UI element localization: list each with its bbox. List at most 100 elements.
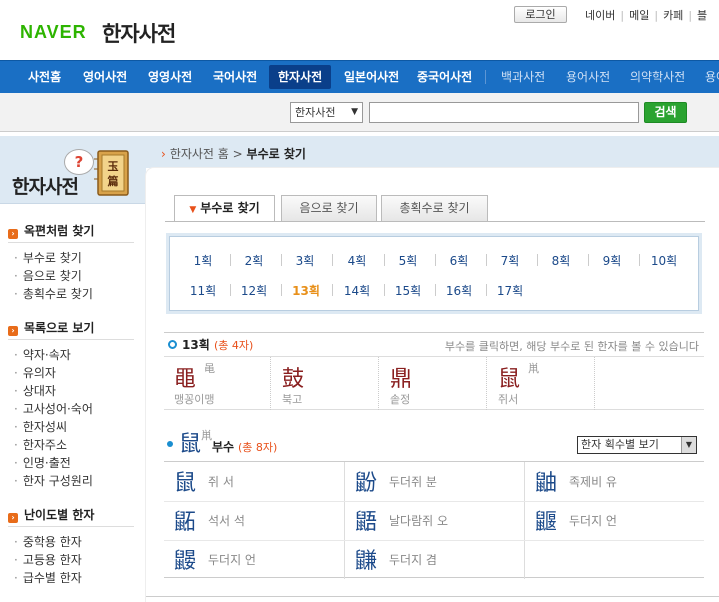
sidebar: ? 玉 篇 한자사전 › 옥편처럼 찾기 부수로 찾기 음으로 찾기 총획수로 찾… xyxy=(0,136,146,602)
top-link-cafe[interactable]: 카페 xyxy=(663,9,683,22)
nav-item-more[interactable]: 용어 xyxy=(705,61,719,93)
dictionary-title[interactable]: 한자사전 xyxy=(102,18,176,48)
search-button[interactable]: 검색 xyxy=(644,102,687,123)
nav-item-medical[interactable]: 의약학사전 xyxy=(630,61,685,93)
nav-item-hanja[interactable]: 한자사전 xyxy=(269,65,332,89)
book-icon: 玉 篇 xyxy=(94,150,129,196)
radical-reading: 맹꽁이맹 xyxy=(174,393,215,406)
breadcrumb-home[interactable]: 한자사전 홈 xyxy=(170,147,229,161)
radical-section-title: 13획 (총 4자) xyxy=(168,336,253,353)
sidebar-item-synonym[interactable]: 유의자 xyxy=(14,364,56,381)
nav-item-english[interactable]: 영어사전 xyxy=(83,61,127,93)
radical-hint: 부수를 클릭하면, 해당 부수로 된 한자를 볼 수 있습니다 xyxy=(444,340,699,353)
arrow-right-icon: › xyxy=(8,229,18,239)
breadcrumb-separator: > xyxy=(232,147,243,161)
stroke-13[interactable]: 13획 xyxy=(281,282,331,299)
radical-char: 鼓 xyxy=(282,367,305,392)
login-button[interactable]: 로그인 xyxy=(514,6,567,23)
nav-item-encyclopedia[interactable]: 백과사전 xyxy=(501,61,545,93)
sidebar-item-name-source[interactable]: 인명·출전 xyxy=(14,454,71,471)
nav-item-japanese[interactable]: 일본어사전 xyxy=(344,61,399,93)
nav-item-english-english[interactable]: 영영사전 xyxy=(148,61,192,93)
top-link-blog[interactable]: 블 xyxy=(697,9,707,22)
tab-sound[interactable]: 음으로 찾기 xyxy=(281,195,377,221)
radical-cell[interactable]: 鼎 솥정 xyxy=(380,357,487,410)
char-cell[interactable]: 鼴 두더지 언 xyxy=(525,501,705,540)
tab-underline xyxy=(165,221,705,222)
tab-radical[interactable]: ▼ 부수로 찾기 xyxy=(174,195,275,222)
radical-cell[interactable]: 黽 黾 맹꽁이맹 xyxy=(164,357,271,410)
sidebar-item-middle[interactable]: 중학용 한자 xyxy=(14,533,82,550)
search-scope-value: 한자사전 xyxy=(295,106,336,119)
sidebar-item-address[interactable]: 한자주소 xyxy=(14,436,67,453)
hanja-reading: 두더쥐 분 xyxy=(389,475,437,489)
char-cell[interactable]: 鼠쥐 서 xyxy=(164,462,344,501)
radical-variant: 黾 xyxy=(204,362,215,375)
char-cell[interactable]: 鼯 날다람쥐 오 xyxy=(345,501,525,540)
stroke-8[interactable]: 8획 xyxy=(536,252,586,269)
char-cell[interactable]: 鼢 두더쥐 분 xyxy=(345,462,525,501)
radical-cell[interactable]: 鼠 鼡 쥐서 xyxy=(488,357,595,410)
char-count: (총 8자) xyxy=(237,441,278,454)
sidebar-item-high[interactable]: 고등용 한자 xyxy=(14,551,82,568)
top-link-naver[interactable]: 네이버 xyxy=(585,9,615,22)
stroke-16[interactable]: 16획 xyxy=(434,282,484,299)
sidebar-section-label: 목록으로 보기 xyxy=(24,321,95,335)
stroke-9[interactable]: 9획 xyxy=(587,252,637,269)
stroke-5[interactable]: 5획 xyxy=(383,252,433,269)
hanja-char: 鼴 xyxy=(535,510,558,535)
char-cell[interactable]: 鼬 족제비 유 xyxy=(525,462,705,501)
sidebar-item-stroke[interactable]: 총획수로 찾기 xyxy=(14,285,93,302)
radical-char: 鼠 xyxy=(498,367,521,392)
nav-item-chinese[interactable]: 중국어사전 xyxy=(417,61,472,93)
sidebar-item-antonym[interactable]: 상대자 xyxy=(14,382,56,399)
nav-item-terms[interactable]: 용어사전 xyxy=(566,61,610,93)
tab-stroke-count[interactable]: 총획수로 찾기 xyxy=(381,195,488,221)
hanja-char: 鼹 xyxy=(174,549,197,574)
arrow-right-icon: › xyxy=(8,513,18,523)
stroke-17[interactable]: 17획 xyxy=(485,282,535,299)
radical-section-label: 13획 xyxy=(182,338,210,352)
sidebar-item-surname[interactable]: 한자성씨 xyxy=(14,418,67,435)
naver-logo[interactable]: NAVER xyxy=(20,22,87,43)
stroke-2[interactable]: 2획 xyxy=(229,252,279,269)
hanja-char: 鼯 xyxy=(355,510,378,535)
nav-item-korean[interactable]: 국어사전 xyxy=(213,61,257,93)
sort-select[interactable]: 한자 획수별 보기 ▼ xyxy=(577,436,697,454)
stroke-11[interactable]: 11획 xyxy=(178,282,228,299)
sidebar-item-radical[interactable]: 부수로 찾기 xyxy=(14,249,82,266)
search-input[interactable] xyxy=(369,102,639,123)
radical-char: 鼎 xyxy=(390,367,413,392)
search-bar: 한자사전 ▼ 검색 xyxy=(0,93,719,132)
sidebar-section-radical[interactable]: › 옥편처럼 찾기 xyxy=(8,222,94,239)
chevron-down-icon: ▼ xyxy=(351,107,358,117)
stroke-3[interactable]: 3획 xyxy=(280,252,330,269)
stroke-6[interactable]: 6획 xyxy=(434,252,484,269)
stroke-7[interactable]: 7획 xyxy=(485,252,535,269)
char-cell[interactable]: 鼹 두더지 언 xyxy=(164,540,344,579)
sidebar-section-label: 옥편처럼 찾기 xyxy=(24,224,95,238)
sidebar-section-list[interactable]: › 목록으로 보기 xyxy=(8,319,94,336)
sidebar-item-grade[interactable]: 급수별 한자 xyxy=(14,569,82,586)
sidebar-item-idiom[interactable]: 고사성어·숙어 xyxy=(14,400,93,417)
radical-char: 黽 xyxy=(174,367,197,392)
sidebar-section-level[interactable]: › 난이도별 한자 xyxy=(8,506,94,523)
radical-cell[interactable]: 鼓 북고 xyxy=(272,357,379,410)
search-scope-select[interactable]: 한자사전 ▼ xyxy=(290,102,363,123)
stroke-12[interactable]: 12획 xyxy=(229,282,279,299)
char-cell[interactable]: 鼸 두더지 겸 xyxy=(345,540,525,579)
divider xyxy=(146,596,719,597)
sidebar-item-abbrev[interactable]: 약자·속자 xyxy=(14,346,71,363)
stroke-10[interactable]: 10획 xyxy=(639,252,689,269)
radical-reading: 솥정 xyxy=(390,393,411,406)
stroke-1[interactable]: 1획 xyxy=(178,252,228,269)
stroke-4[interactable]: 4획 xyxy=(332,252,382,269)
char-cell[interactable]: 鼫 석서 석 xyxy=(164,501,344,540)
top-link-mail[interactable]: 메일 xyxy=(629,9,649,22)
current-radical: 鼠 xyxy=(179,432,202,457)
stroke-15[interactable]: 15획 xyxy=(383,282,433,299)
stroke-14[interactable]: 14획 xyxy=(332,282,382,299)
sidebar-item-composition[interactable]: 한자 구성원리 xyxy=(14,472,93,489)
sidebar-item-sound[interactable]: 음으로 찾기 xyxy=(14,267,82,284)
nav-item-dict-home[interactable]: 사전홈 xyxy=(28,61,61,93)
